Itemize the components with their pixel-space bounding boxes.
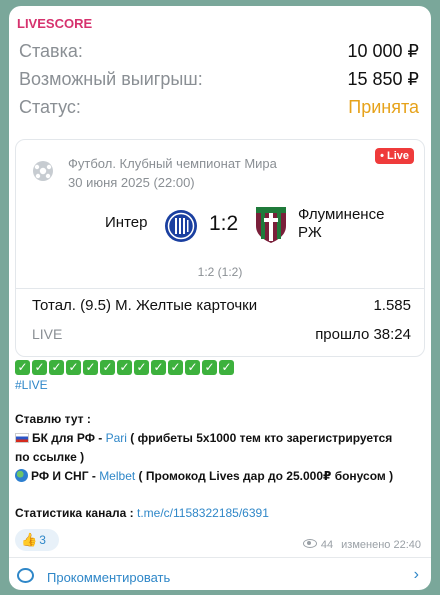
pari-line-cont: по ссылке ) [15, 450, 85, 464]
divider [16, 288, 424, 289]
checkmark-row: ✓ ✓ ✓ ✓ ✓ ✓ ✓ ✓ ✓ ✓ ✓ ✓ ✓ [15, 360, 234, 375]
check-icon: ✓ [202, 360, 217, 375]
stake-label: Ставка: [19, 41, 83, 61]
status-row: Статус: Принята [19, 97, 419, 123]
elapsed-time: прошло 38:24 [315, 326, 411, 343]
pari-line: БК для РФ - Pari ( фрибеты 5х1000 тем кт… [15, 429, 392, 448]
hashtag-link[interactable]: #LIVE [15, 378, 48, 392]
match-score: 1:2 [209, 212, 239, 235]
bet-here-text: Ставлю тут : [15, 412, 91, 426]
check-icon: ✓ [49, 360, 64, 375]
check-icon: ✓ [219, 360, 234, 375]
check-icon: ✓ [100, 360, 115, 375]
competition: Футбол. Клубный чемпионат Мира [68, 156, 277, 171]
reaction-count: 3 [39, 533, 46, 547]
fluminense-logo-icon [256, 207, 286, 243]
reaction-button[interactable]: 👍 3 [15, 529, 59, 551]
pari-link[interactable]: Pari [106, 431, 127, 445]
check-icon: ✓ [168, 360, 183, 375]
check-icon: ✓ [117, 360, 132, 375]
comment-bar[interactable]: Прокомментировать › [9, 557, 431, 590]
halftime-score: 1:2 (1:2) [197, 265, 243, 279]
status-label: Статус: [19, 97, 81, 117]
thumbs-up-icon: 👍 [21, 532, 38, 547]
melbet-line: РФ И СНГ - Melbet ( Промокод Lives дар д… [15, 467, 393, 486]
inter-logo-icon [165, 210, 197, 242]
stake-row: Ставка: 10 000 ₽ [19, 41, 419, 67]
payout-value: 15 850 ₽ [347, 69, 419, 89]
team1-name: Интер [105, 214, 148, 231]
stats-line: Статистика канала : t.me/c/1158322185/63… [15, 506, 269, 520]
football-icon [33, 161, 53, 181]
message-meta: 44 изменено 22:40 [302, 539, 421, 551]
check-icon: ✓ [32, 360, 47, 375]
check-icon: ✓ [66, 360, 81, 375]
check-icon: ✓ [151, 360, 166, 375]
check-icon: ✓ [134, 360, 149, 375]
match-card: Футбол. Клубный чемпионат Мира 30 июня 2… [15, 139, 425, 357]
payout-row: Возможный выигрыш: 15 850 ₽ [19, 69, 419, 95]
russia-flag-icon [15, 433, 29, 443]
melbet-link[interactable]: Melbet [99, 469, 135, 483]
live-label: LIVE [32, 326, 63, 342]
check-icon: ✓ [15, 360, 30, 375]
check-icon: ✓ [83, 360, 98, 375]
comment-icon [17, 568, 34, 583]
globe-icon [15, 469, 28, 482]
status-value: Принята [348, 97, 419, 117]
bet-market: Тотал. (9.5) М. Желтые карточки [32, 297, 258, 314]
check-icon: ✓ [185, 360, 200, 375]
comment-label: Прокомментировать [47, 570, 171, 585]
stake-value: 10 000 ₽ [347, 41, 419, 61]
live-badge: • Live [375, 148, 414, 164]
stats-link[interactable]: t.me/c/1158322185/6391 [137, 506, 269, 520]
coefficient: 1.585 [373, 297, 411, 314]
channel-name[interactable]: LIVESCORE [17, 16, 92, 31]
views-count: 44 [320, 539, 334, 551]
chevron-right-icon: › [413, 566, 419, 583]
edited-time: изменено 22:40 [341, 539, 421, 551]
payout-label: Возможный выигрыш: [19, 69, 203, 89]
team2-name: Флуминенсе РЖ [298, 206, 385, 241]
message-bubble: LIVESCORE Ставка: 10 000 ₽ Возможный выи… [9, 6, 431, 590]
match-datetime: 30 июня 2025 (22:00) [68, 175, 195, 190]
eye-icon [302, 539, 317, 548]
